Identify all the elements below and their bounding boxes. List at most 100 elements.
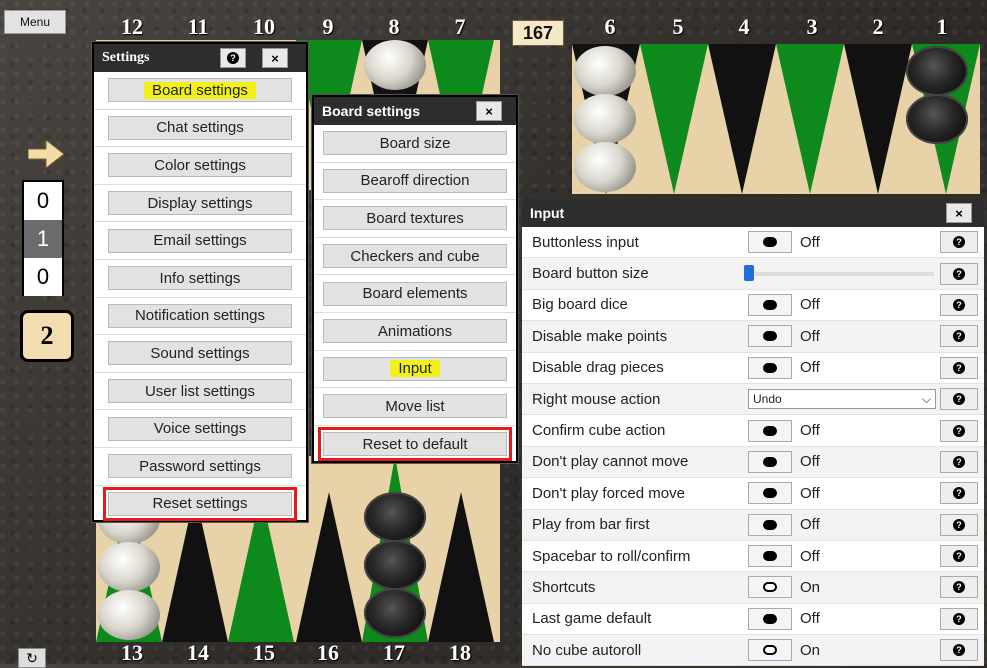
black-checker[interactable] [906,46,968,96]
question-icon: ? [953,267,965,280]
toggle-state: Off [800,296,820,314]
black-checker[interactable] [906,94,968,144]
point-triangle[interactable] [844,44,912,194]
settings-panel-header: Settings ? × [94,44,306,72]
help-button[interactable]: ? [940,482,978,505]
doubling-cube-stack[interactable]: 0 1 0 [22,180,64,296]
point-triangle[interactable] [428,492,494,642]
notification-settings-button[interactable]: Notification settings [108,303,292,328]
point-triangle[interactable] [640,44,708,194]
close-icon[interactable]: × [946,203,972,223]
help-button[interactable]: ? [940,388,978,411]
password-settings-button[interactable]: Password settings [108,454,292,479]
point-triangle[interactable] [776,44,844,194]
black-checker[interactable] [364,540,426,590]
input-title: Input [530,205,565,221]
cube-value-top: 0 [24,182,62,220]
animations-button[interactable]: Animations [323,319,507,344]
white-checker[interactable] [574,46,636,96]
help-button[interactable]: ? [940,325,978,348]
menu-button[interactable]: Menu [4,10,66,34]
help-button[interactable]: ? [940,231,978,254]
toggle-switch[interactable] [748,419,792,442]
point-label: 18 [449,640,471,665]
board-textures-button[interactable]: Board textures [323,206,507,231]
bearoff-direction-button[interactable]: Bearoff direction [323,168,507,193]
white-checker[interactable] [364,40,426,90]
help-button[interactable]: ? [940,262,978,285]
reset-settings-button[interactable]: Reset settings [103,486,297,521]
toggle-switch[interactable] [748,576,792,599]
help-button[interactable]: ? [940,513,978,536]
checkers-and-cube-button[interactable]: Checkers and cube [323,244,507,269]
help-icon[interactable]: ? [220,48,246,68]
point-label: 9 [322,14,334,39]
help-button[interactable]: ? [940,545,978,568]
point-label: 14 [187,640,209,665]
point-label: 4 [738,14,750,39]
toggle-switch[interactable] [748,482,792,505]
input-row: No cube autoroll On ? [522,635,984,667]
dice-value[interactable]: 2 [20,310,74,362]
toggle-switch[interactable] [748,450,792,473]
toggle-switch[interactable] [748,607,792,630]
toggle-switch[interactable] [748,513,792,536]
settings-item: Info settings [94,260,306,298]
help-button[interactable]: ? [940,356,978,379]
white-checker[interactable] [98,542,160,592]
help-button[interactable]: ? [940,576,978,599]
board-settings-item: Input [314,351,516,389]
toggle-switch[interactable] [748,545,792,568]
toggle-switch[interactable] [748,293,792,316]
question-icon: ? [953,644,965,657]
point-label: 7 [454,14,466,39]
help-button[interactable]: ? [940,450,978,473]
board-button-size-slider[interactable] [744,264,934,281]
color-settings-button[interactable]: Color settings [108,153,292,178]
cube-value-mid: 1 [24,220,62,258]
board-settings-item: Board textures [314,200,516,238]
toggle-switch[interactable] [748,325,792,348]
toggle-switch[interactable] [748,639,792,662]
input-rows: Buttonless input Off ? Board button size… [522,227,984,667]
row-label: Disable make points [532,327,668,345]
info-settings-button[interactable]: Info settings [108,266,292,291]
input-button[interactable]: Input [323,356,507,381]
toggle-switch[interactable] [748,356,792,379]
question-icon: ? [953,612,965,625]
toggle-switch[interactable] [748,231,792,254]
board-elements-button[interactable]: Board elements [323,281,507,306]
toggle-on-icon [763,645,777,656]
row-label: Spacebar to roll/confirm [532,547,691,565]
close-icon[interactable]: × [262,48,288,68]
toggle-state: Off [800,359,820,377]
help-button[interactable]: ? [940,419,978,442]
black-checker[interactable] [364,492,426,542]
sound-settings-button[interactable]: Sound settings [108,341,292,366]
white-checker[interactable] [574,94,636,144]
move-list-button[interactable]: Move list [323,394,507,419]
help-button[interactable]: ? [940,293,978,316]
user-list-settings-button[interactable]: User list settings [108,379,292,404]
point-label: 6 [604,14,616,39]
point-triangle[interactable] [708,44,776,194]
black-checker[interactable] [364,588,426,638]
row-label: Play from bar first [532,516,650,534]
right-board-top[interactable] [572,44,980,194]
point-label: 3 [806,14,818,39]
voice-settings-button[interactable]: Voice settings [108,416,292,441]
help-button[interactable]: ? [940,639,978,662]
reset-to-default-button[interactable]: Reset to default [318,427,512,462]
board-settings-button[interactable]: Board settings [108,78,292,103]
slider-thumb[interactable] [744,264,754,281]
close-icon[interactable]: × [476,101,502,121]
help-button[interactable]: ? [940,607,978,630]
chat-settings-button[interactable]: Chat settings [108,115,292,140]
white-checker[interactable] [574,142,636,192]
display-settings-button[interactable]: Display settings [108,191,292,216]
refresh-icon[interactable]: ↻ [18,648,46,668]
board-size-button[interactable]: Board size [323,131,507,156]
right-mouse-action-select[interactable]: Undo ⌵ [748,389,936,410]
email-settings-button[interactable]: Email settings [108,228,292,253]
white-checker[interactable] [98,590,160,640]
